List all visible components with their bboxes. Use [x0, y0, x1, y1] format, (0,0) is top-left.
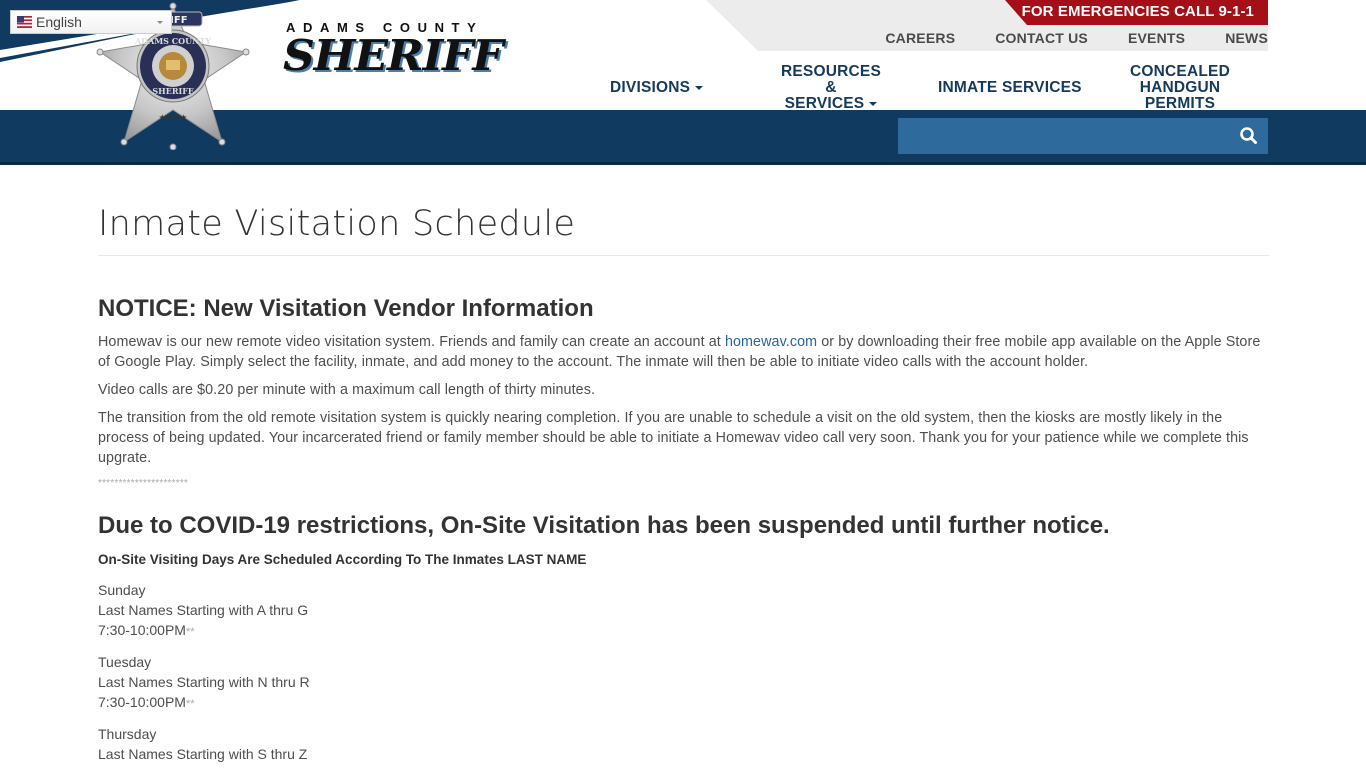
title-divider [98, 255, 1269, 256]
schedule-hours-note: ** [185, 698, 195, 710]
video-call-rate-paragraph: Video calls are $0.20 per minute with a … [98, 382, 596, 398]
schedule-names: Last Names Starting with S thru Z [98, 746, 308, 762]
schedule-hours-note: ** [185, 626, 195, 638]
notice-heading: NOTICE: New Visitation Vendor Informatio… [98, 295, 594, 322]
caret-down-icon [695, 85, 704, 90]
schedule-day: Thursday [98, 726, 157, 742]
nav-inmate-services[interactable]: INMATE SERVICES [938, 80, 1082, 96]
language-select[interactable]: English [10, 10, 172, 34]
schedule-hours-row: 7:30-10:00PM** [98, 692, 1269, 714]
adams-county-sheriff-wordmark[interactable]: ADAMS COUNTY SHERIFF [283, 20, 504, 90]
svg-text:ADAMS COUNTY: ADAMS COUNTY [134, 36, 211, 46]
svg-text:SHERIFF: SHERIFF [152, 86, 194, 96]
homewav-paragraph: Homewav is our new remote video visitati… [98, 332, 1269, 372]
schedule-day: Sunday [98, 582, 146, 598]
schedule-item: Tuesday Last Names Starting with N thru … [98, 652, 1269, 714]
page-title: Inmate Visitation Schedule [98, 204, 576, 244]
schedule-hours: 7:30-10:00PM [98, 694, 186, 710]
transition-paragraph: The transition from the old remote visit… [98, 410, 1249, 466]
logo-sheriff-text: SHERIFF [283, 31, 504, 80]
nav-concealed-handgun-permits[interactable]: CONCEALED HANDGUN PERMITS [1104, 64, 1256, 112]
chevron-down-icon [157, 21, 163, 24]
util-nav-contact-us[interactable]: CONTACT US [975, 30, 1108, 46]
nav-chp-label-line2: HANDGUN PERMITS [1139, 79, 1221, 112]
search-icon[interactable] [1238, 125, 1260, 147]
nav-resources-services[interactable]: RESOURCES & SERVICES [778, 64, 884, 112]
separator-stars: ********************** [98, 478, 189, 489]
util-nav-news[interactable]: NEWS [1205, 30, 1268, 46]
util-nav-careers[interactable]: CAREERS [865, 30, 975, 46]
emergency-text: FOR EMERGENCIES CALL 9-1-1 [1021, 3, 1254, 20]
schedule-heading: On-Site Visiting Days Are Scheduled Acco… [98, 552, 587, 567]
schedule-hours-row: 7:30-10:00PM** [98, 620, 1269, 642]
search-input[interactable] [898, 118, 1228, 154]
homewav-text-before: Homewav is our new remote video visitati… [98, 334, 725, 350]
svg-text:★★★★: ★★★★ [159, 113, 188, 122]
caret-down-icon [869, 101, 878, 106]
schedule-names: Last Names Starting with N thru R [98, 674, 310, 690]
search-box [898, 118, 1268, 154]
schedule-names: Last Names Starting with A thru G [98, 602, 309, 618]
us-flag-icon [17, 16, 32, 28]
nav-resources-label-line1: RESOURCES & [781, 63, 881, 96]
homewav-link[interactable]: homewav.com [725, 334, 817, 350]
schedule-item: Sunday Last Names Starting with A thru G… [98, 580, 1269, 642]
nav-chp-label-line1: CONCEALED [1130, 63, 1230, 80]
util-nav-events[interactable]: EVENTS [1108, 30, 1205, 46]
schedule-hours: 7:30-10:00PM [98, 622, 186, 638]
nav-divisions[interactable]: DIVISIONS [610, 79, 704, 96]
schedule-item: Thursday Last Names Starting with S thru… [98, 724, 1269, 764]
emergency-banner: FOR EMERGENCIES CALL 9-1-1 [1005, 0, 1268, 25]
utility-nav: CAREERS CONTACT US EVENTS NEWS [865, 30, 1268, 46]
site-header: FOR EMERGENCIES CALL 9-1-1 CAREERS CONTA… [0, 0, 1366, 165]
nav-divisions-label: DIVISIONS [610, 79, 691, 96]
language-select-value: English [36, 14, 82, 30]
schedule-day: Tuesday [98, 654, 152, 670]
covid-heading: Due to COVID-19 restrictions, On-Site Vi… [98, 512, 1110, 539]
main-content: Inmate Visitation Schedule NOTICE: New V… [98, 165, 1269, 764]
